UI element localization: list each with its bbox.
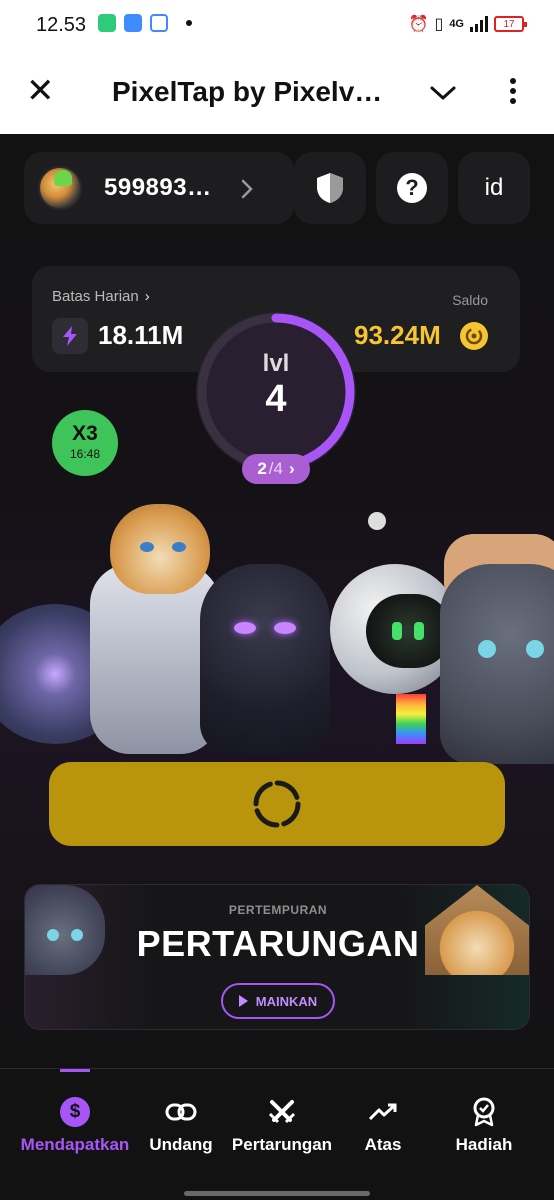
page-title: PixelTap by Pixelv… xyxy=(112,76,383,107)
nav-item-invite[interactable]: Undang xyxy=(146,1095,216,1165)
user-id: 599893… xyxy=(104,174,212,201)
level-progress-total: /4 xyxy=(268,459,283,478)
dollar-icon: $ xyxy=(58,1095,92,1129)
balance-value: 93.24M xyxy=(354,320,441,350)
chevron-right-icon: › xyxy=(288,459,295,478)
multiplier-badge[interactable]: X3 16:48 xyxy=(52,410,118,476)
level-progress-badge[interactable]: 2/4 › xyxy=(242,454,310,484)
play-label: MAINKAN xyxy=(255,993,318,1009)
status-time: 12.53 xyxy=(36,14,87,36)
loading-spinner-icon xyxy=(253,780,301,828)
language-button[interactable]: id xyxy=(458,152,530,224)
more-options-icon[interactable] xyxy=(510,78,516,104)
robot-antenna xyxy=(368,512,386,530)
chevron-right-icon xyxy=(241,179,253,199)
multiplier-timer: 16:48 xyxy=(69,447,101,461)
avatar xyxy=(38,166,82,210)
more-notifications-icon xyxy=(186,20,192,26)
shield-icon xyxy=(317,173,343,203)
balance-label: Saldo xyxy=(452,292,488,308)
network-type: 4G xyxy=(449,18,464,30)
doge-head xyxy=(110,504,210,594)
alarm-icon: ⏰ xyxy=(408,16,429,33)
nav-item-earn[interactable]: $ Mendapatkan xyxy=(18,1095,132,1165)
play-icon xyxy=(238,995,248,1007)
battle-title: PERTARUNGAN xyxy=(136,923,420,964)
nav-item-battle[interactable]: Pertarungan xyxy=(228,1095,336,1165)
multiplier-label: X3 xyxy=(72,422,98,445)
level-label: lvl xyxy=(262,350,290,377)
security-button[interactable] xyxy=(294,152,366,224)
nav-label: Pertarungan xyxy=(231,1135,333,1154)
home-indicator[interactable] xyxy=(184,1191,370,1196)
status-bar: 12.53 ⏰ ▯ 4G 17 xyxy=(0,0,554,50)
nav-label: Atas xyxy=(364,1135,402,1154)
energy-value: 18.11M xyxy=(98,320,184,350)
battery-icon: 17 xyxy=(494,16,527,32)
link-icon xyxy=(164,1095,198,1129)
help-icon: ? xyxy=(397,173,427,203)
close-icon[interactable]: ✕ xyxy=(26,74,55,108)
battery-level: 17 xyxy=(503,18,515,30)
level-progress-current: 2 xyxy=(257,459,267,478)
energy-bolt-icon xyxy=(52,318,88,354)
daily-limit-link[interactable]: Batas Harian › xyxy=(52,288,150,305)
app-notification-icon xyxy=(124,14,142,32)
daily-limit-label: Batas Harian xyxy=(52,288,139,305)
characters-illustration xyxy=(0,494,554,764)
trending-up-icon xyxy=(366,1095,400,1129)
award-icon xyxy=(467,1095,501,1129)
battle-promo-card[interactable]: PERTEMPURAN PERTARUNGAN MAINKAN xyxy=(24,884,530,1030)
status-icons: ⏰ ▯ 4G 17 xyxy=(408,14,527,34)
panther-character xyxy=(200,564,330,754)
signal-icon xyxy=(470,16,488,32)
app-notification-icon xyxy=(98,14,116,32)
play-button[interactable]: MAINKAN xyxy=(221,983,335,1019)
nav-label: Undang xyxy=(149,1135,213,1154)
chevron-down-icon[interactable] xyxy=(428,78,458,108)
nav-label: Hadiah xyxy=(455,1135,513,1154)
help-button[interactable]: ? xyxy=(376,152,448,224)
swords-icon xyxy=(265,1095,299,1129)
nav-item-top[interactable]: Atas xyxy=(350,1095,416,1165)
cat-robot-character xyxy=(440,564,554,764)
chevron-right-icon: › xyxy=(144,288,150,305)
tap-button[interactable] xyxy=(49,762,505,846)
vibrate-icon: ▯ xyxy=(434,16,444,33)
level-indicator[interactable]: lvl 4 2/4 › xyxy=(188,304,364,484)
nav-label: Mendapatkan xyxy=(20,1135,130,1154)
nav-item-reward[interactable]: Hadiah xyxy=(450,1095,518,1165)
app-notification-icon xyxy=(150,14,168,32)
coin-icon xyxy=(460,322,488,350)
main-content: 599893… ? id Batas Harian › Saldo 18.11M … xyxy=(0,134,554,1068)
bottom-navigation: $ Mendapatkan Undang Pertarungan Atas Ha… xyxy=(0,1068,554,1200)
user-profile-button[interactable]: 599893… xyxy=(24,152,294,224)
level-value: 4 xyxy=(265,378,287,420)
app-header: ✕ PixelTap by Pixelv… xyxy=(0,50,554,134)
battle-subtitle: PERTEMPURAN xyxy=(228,903,328,917)
active-tab-indicator xyxy=(60,1069,90,1072)
